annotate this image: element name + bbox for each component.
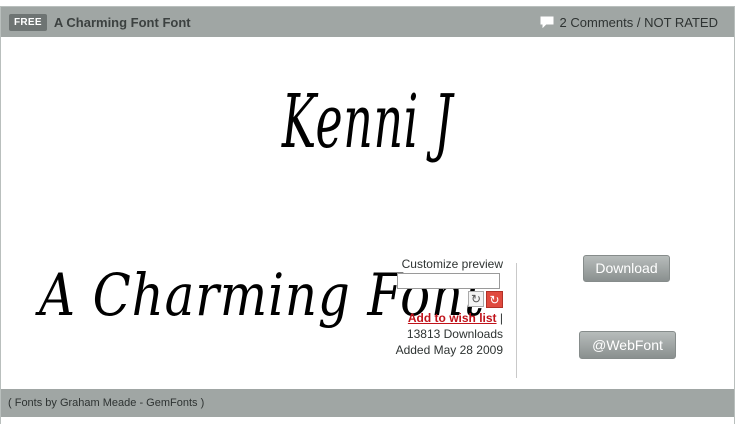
font-title[interactable]: A Charming Font Font (54, 15, 191, 30)
font-preview-area: Kenni J (1, 37, 734, 241)
rating-status: NOT RATED (644, 14, 718, 30)
font-credits[interactable]: ( Fonts by Graham Meade - GemFonts ) (8, 397, 204, 409)
customize-preview-label: Customize preview (401, 257, 503, 271)
webfont-button[interactable]: @WebFont (579, 331, 676, 359)
preview-input-buttons: ↻ ↻ (393, 291, 503, 308)
wishlist-separator: | (496, 311, 503, 325)
footer-bar: ( Fonts by Graham Meade - GemFonts ) (1, 389, 734, 417)
rating-area: 2 Comments / NOT RATED (540, 7, 718, 37)
free-badge: FREE (9, 13, 47, 31)
font-panel: FREE A Charming Font Font 2 Comments / N… (0, 6, 735, 424)
download-count: 13813 Downloads (406, 327, 503, 341)
font-sample-image: A Charming Font (39, 261, 485, 329)
added-date: Added May 28 2009 (395, 343, 503, 357)
header-bar: FREE A Charming Font Font 2 Comments / N… (1, 7, 734, 37)
add-to-wishlist-link[interactable]: Add to wish list (408, 311, 497, 325)
font-preview-text: Kenni J (281, 79, 454, 165)
font-info-area: A Charming Font Customize preview ↻ ↻ Ad… (1, 241, 734, 389)
comment-bubble-icon (540, 16, 554, 28)
customize-preview-panel: Customize preview ↻ ↻ Add to wish list |… (393, 257, 503, 357)
vertical-divider (516, 263, 517, 378)
reset-preview-icon[interactable]: ↻ (486, 291, 503, 308)
refresh-preview-icon[interactable]: ↻ (468, 291, 484, 307)
customize-preview-input[interactable] (397, 273, 500, 289)
rating-separator: / (633, 14, 645, 30)
download-button[interactable]: Download (583, 255, 670, 282)
comments-link[interactable]: 2 Comments (560, 15, 634, 30)
wishlist-row: Add to wish list | (393, 311, 503, 325)
